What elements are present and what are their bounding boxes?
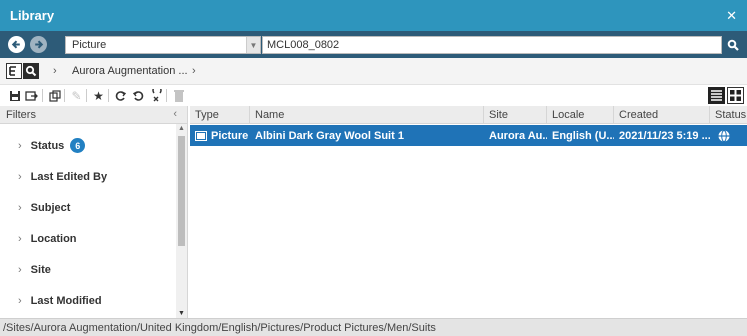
column-header-created[interactable]: Created <box>614 106 710 124</box>
scroll-down-icon[interactable]: ▼ <box>178 310 185 317</box>
breadcrumb-item[interactable]: Aurora Augmentation ... <box>72 65 188 77</box>
item-type-select[interactable]: Picture ▼ <box>65 36 261 54</box>
search-input[interactable]: MCL008_0802 <box>262 36 722 54</box>
cell-type: Picture <box>190 125 250 146</box>
column-header-type[interactable]: Type <box>190 106 250 124</box>
cell-locale: English (U... <box>552 129 614 142</box>
chevron-right-icon: › <box>53 65 57 77</box>
star-icon[interactable]: ★ <box>91 88 106 103</box>
chevron-right-icon[interactable]: › <box>192 65 196 77</box>
cell-created: 2021/11/23 5:19 ... <box>619 129 710 142</box>
search-button[interactable] <box>724 36 742 54</box>
toolbar-divider <box>42 89 43 102</box>
tree-view-button[interactable] <box>6 63 22 79</box>
breadcrumb: › Aurora Augmentation ... › <box>0 58 747 85</box>
filter-label: Location <box>30 233 77 245</box>
list-view-icon[interactable] <box>708 87 725 104</box>
toolbar-divider <box>166 89 167 102</box>
chevron-down-icon[interactable]: ▼ <box>246 37 260 53</box>
open-icon[interactable] <box>24 88 39 103</box>
undo-check-out-icon[interactable] <box>149 88 164 103</box>
filter-label: Site <box>30 264 51 276</box>
chevron-right-icon: › <box>18 264 22 276</box>
chevron-right-icon: › <box>18 171 22 183</box>
search-query-value: MCL008_0802 <box>267 39 340 51</box>
toolbar-divider <box>108 89 109 102</box>
copy-icon[interactable] <box>47 88 62 103</box>
search-view-button[interactable] <box>23 63 39 79</box>
chevron-right-icon: › <box>18 233 22 245</box>
filter-last-modified[interactable]: › Last Modified <box>18 295 102 307</box>
grid-view-icon[interactable] <box>727 87 744 104</box>
filter-subject[interactable]: › Subject <box>18 202 70 214</box>
cell-type-text: Picture <box>211 129 249 142</box>
column-header-site[interactable]: Site <box>484 106 547 124</box>
cell-name: Albini Dark Gray Wool Suit 1 <box>255 129 404 142</box>
arrow-right-icon <box>35 40 44 49</box>
chevron-right-icon: › <box>18 202 22 214</box>
table-header: Type Name Site Locale Created Status <box>190 106 747 124</box>
collapse-panel-icon[interactable]: ‹ <box>173 108 177 120</box>
back-button[interactable] <box>8 36 25 53</box>
check-in-icon[interactable] <box>131 88 146 103</box>
scrollbar-thumb[interactable] <box>178 136 185 246</box>
filter-location[interactable]: › Location <box>18 233 77 245</box>
filters-panel: Filters ‹ › Status 6 › Last Edited By › … <box>0 106 188 318</box>
current-path: /Sites/Aurora Augmentation/United Kingdo… <box>3 321 436 334</box>
cell-site: Aurora Au... <box>489 129 547 142</box>
close-icon[interactable]: ✕ <box>726 8 737 24</box>
tree-icon <box>9 66 16 76</box>
results-table: Type Name Site Locale Created Status Pic… <box>190 106 747 318</box>
filter-last-edited-by[interactable]: › Last Edited By <box>18 171 107 183</box>
filter-label: Status <box>30 139 65 152</box>
chevron-right-icon: › <box>18 295 22 307</box>
filter-status[interactable]: › Status 6 <box>18 138 86 153</box>
scroll-up-icon[interactable]: ▲ <box>178 125 185 132</box>
search-bar: Picture ▼ MCL008_0802 <box>0 31 747 58</box>
column-header-status[interactable]: Status <box>710 106 747 124</box>
forward-button[interactable] <box>30 36 47 53</box>
chevron-right-icon: › <box>18 139 22 152</box>
save-icon[interactable] <box>7 88 22 103</box>
toolbar-divider <box>86 89 87 102</box>
toolbar-divider <box>64 89 65 102</box>
toolbar: ✎ ★ <box>0 85 747 106</box>
status-bar: /Sites/Aurora Augmentation/United Kingdo… <box>0 318 747 336</box>
check-out-icon[interactable] <box>113 88 128 103</box>
item-type-value: Picture <box>72 39 107 51</box>
title-bar: Library ✕ <box>0 0 747 31</box>
filter-label: Last Edited By <box>30 171 108 183</box>
filters-header: Filters ‹ <box>0 106 187 124</box>
filter-site[interactable]: › Site <box>18 264 51 276</box>
table-row[interactable]: Picture Albini Dark Gray Wool Suit 1 Aur… <box>190 125 747 146</box>
filters-scrollbar[interactable]: ▲ ▼ <box>176 124 187 318</box>
search-icon <box>727 39 739 51</box>
search-icon <box>25 65 37 77</box>
window-title: Library <box>10 8 55 23</box>
cell-status <box>710 125 747 146</box>
arrow-left-icon <box>11 40 20 49</box>
delete-icon[interactable] <box>171 88 186 103</box>
filter-label: Last Modified <box>30 295 102 307</box>
filter-label: Subject <box>30 202 71 214</box>
picture-icon <box>195 130 207 141</box>
column-header-locale[interactable]: Locale <box>547 106 614 124</box>
status-badge: 6 <box>70 138 86 153</box>
edit-icon[interactable]: ✎ <box>69 88 84 103</box>
filters-title: Filters <box>6 108 36 121</box>
column-header-name[interactable]: Name <box>250 106 484 124</box>
published-globe-icon <box>718 129 730 142</box>
